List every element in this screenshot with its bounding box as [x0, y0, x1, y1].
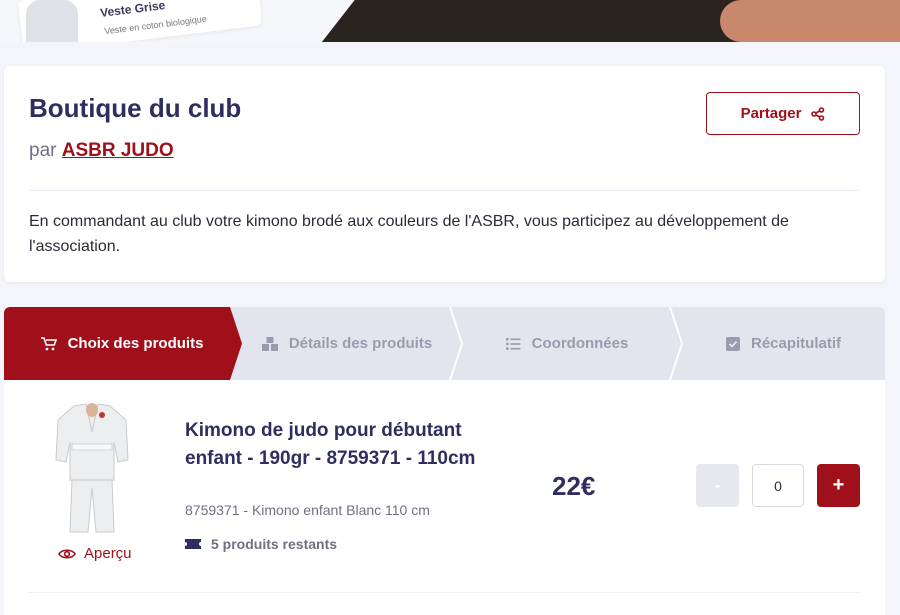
product-name: Kimono de judo pour débutant enfant - 19…	[185, 420, 476, 469]
share-icon	[811, 106, 825, 121]
product-reference: 8759371 - Kimono enfant Blanc 110 cm	[185, 502, 430, 518]
checkout-steps: Choix des produits Détails des produits …	[4, 307, 885, 380]
organizer-line: par ASBR JUDO	[29, 140, 174, 162]
step-label: Détails des produits	[288, 335, 433, 352]
ticket-icon	[185, 539, 201, 549]
increase-quantity-button[interactable]: +	[817, 464, 860, 507]
step-label: Coordonnées	[531, 335, 629, 352]
stock-indicator: 5 produits restants	[185, 536, 337, 552]
step-label: Récapitulatif	[750, 335, 841, 352]
by-prefix: par	[29, 140, 57, 161]
checkbox-icon	[725, 336, 740, 351]
hero-banner: Veste Grise Veste en coton biologique	[0, 0, 900, 42]
list-icon	[505, 337, 521, 350]
step-details-produits[interactable]: Détails des produits	[242, 307, 452, 380]
page-title: Boutique du club	[29, 93, 242, 123]
shop-description: En commandant au club votre kimono brodé…	[29, 213, 789, 255]
product-list: Aperçu Kimono de judo pour débutant enfa…	[4, 380, 885, 615]
divider	[29, 190, 860, 191]
step-coordonnees[interactable]: Coordonnées	[462, 307, 672, 380]
product-price: 22€	[552, 471, 596, 501]
stock-label: 5 produits restants	[211, 536, 338, 552]
decrease-quantity-button[interactable]: -	[696, 464, 739, 507]
hoodie-image	[26, 0, 78, 42]
share-label: Partager	[740, 105, 802, 122]
preview-label: Aperçu	[84, 545, 132, 562]
organizer-link[interactable]: ASBR JUDO	[62, 140, 174, 161]
step-choix-produits[interactable]: Choix des produits	[4, 307, 240, 380]
preview-link[interactable]: Aperçu	[58, 545, 132, 562]
boxes-icon	[261, 336, 278, 351]
divider	[29, 592, 860, 593]
share-button[interactable]: Partager	[706, 92, 860, 135]
shop-info-card: Boutique du club par ASBR JUDO Partager …	[4, 66, 885, 282]
quantity-input[interactable]	[752, 464, 804, 507]
cart-icon	[40, 336, 57, 350]
step-recapitulatif[interactable]: Récapitulatif	[682, 307, 885, 380]
step-label: Choix des produits	[67, 335, 204, 352]
eye-icon	[58, 548, 76, 559]
kimono-image	[55, 403, 129, 533]
banner-hand-image	[720, 0, 900, 42]
